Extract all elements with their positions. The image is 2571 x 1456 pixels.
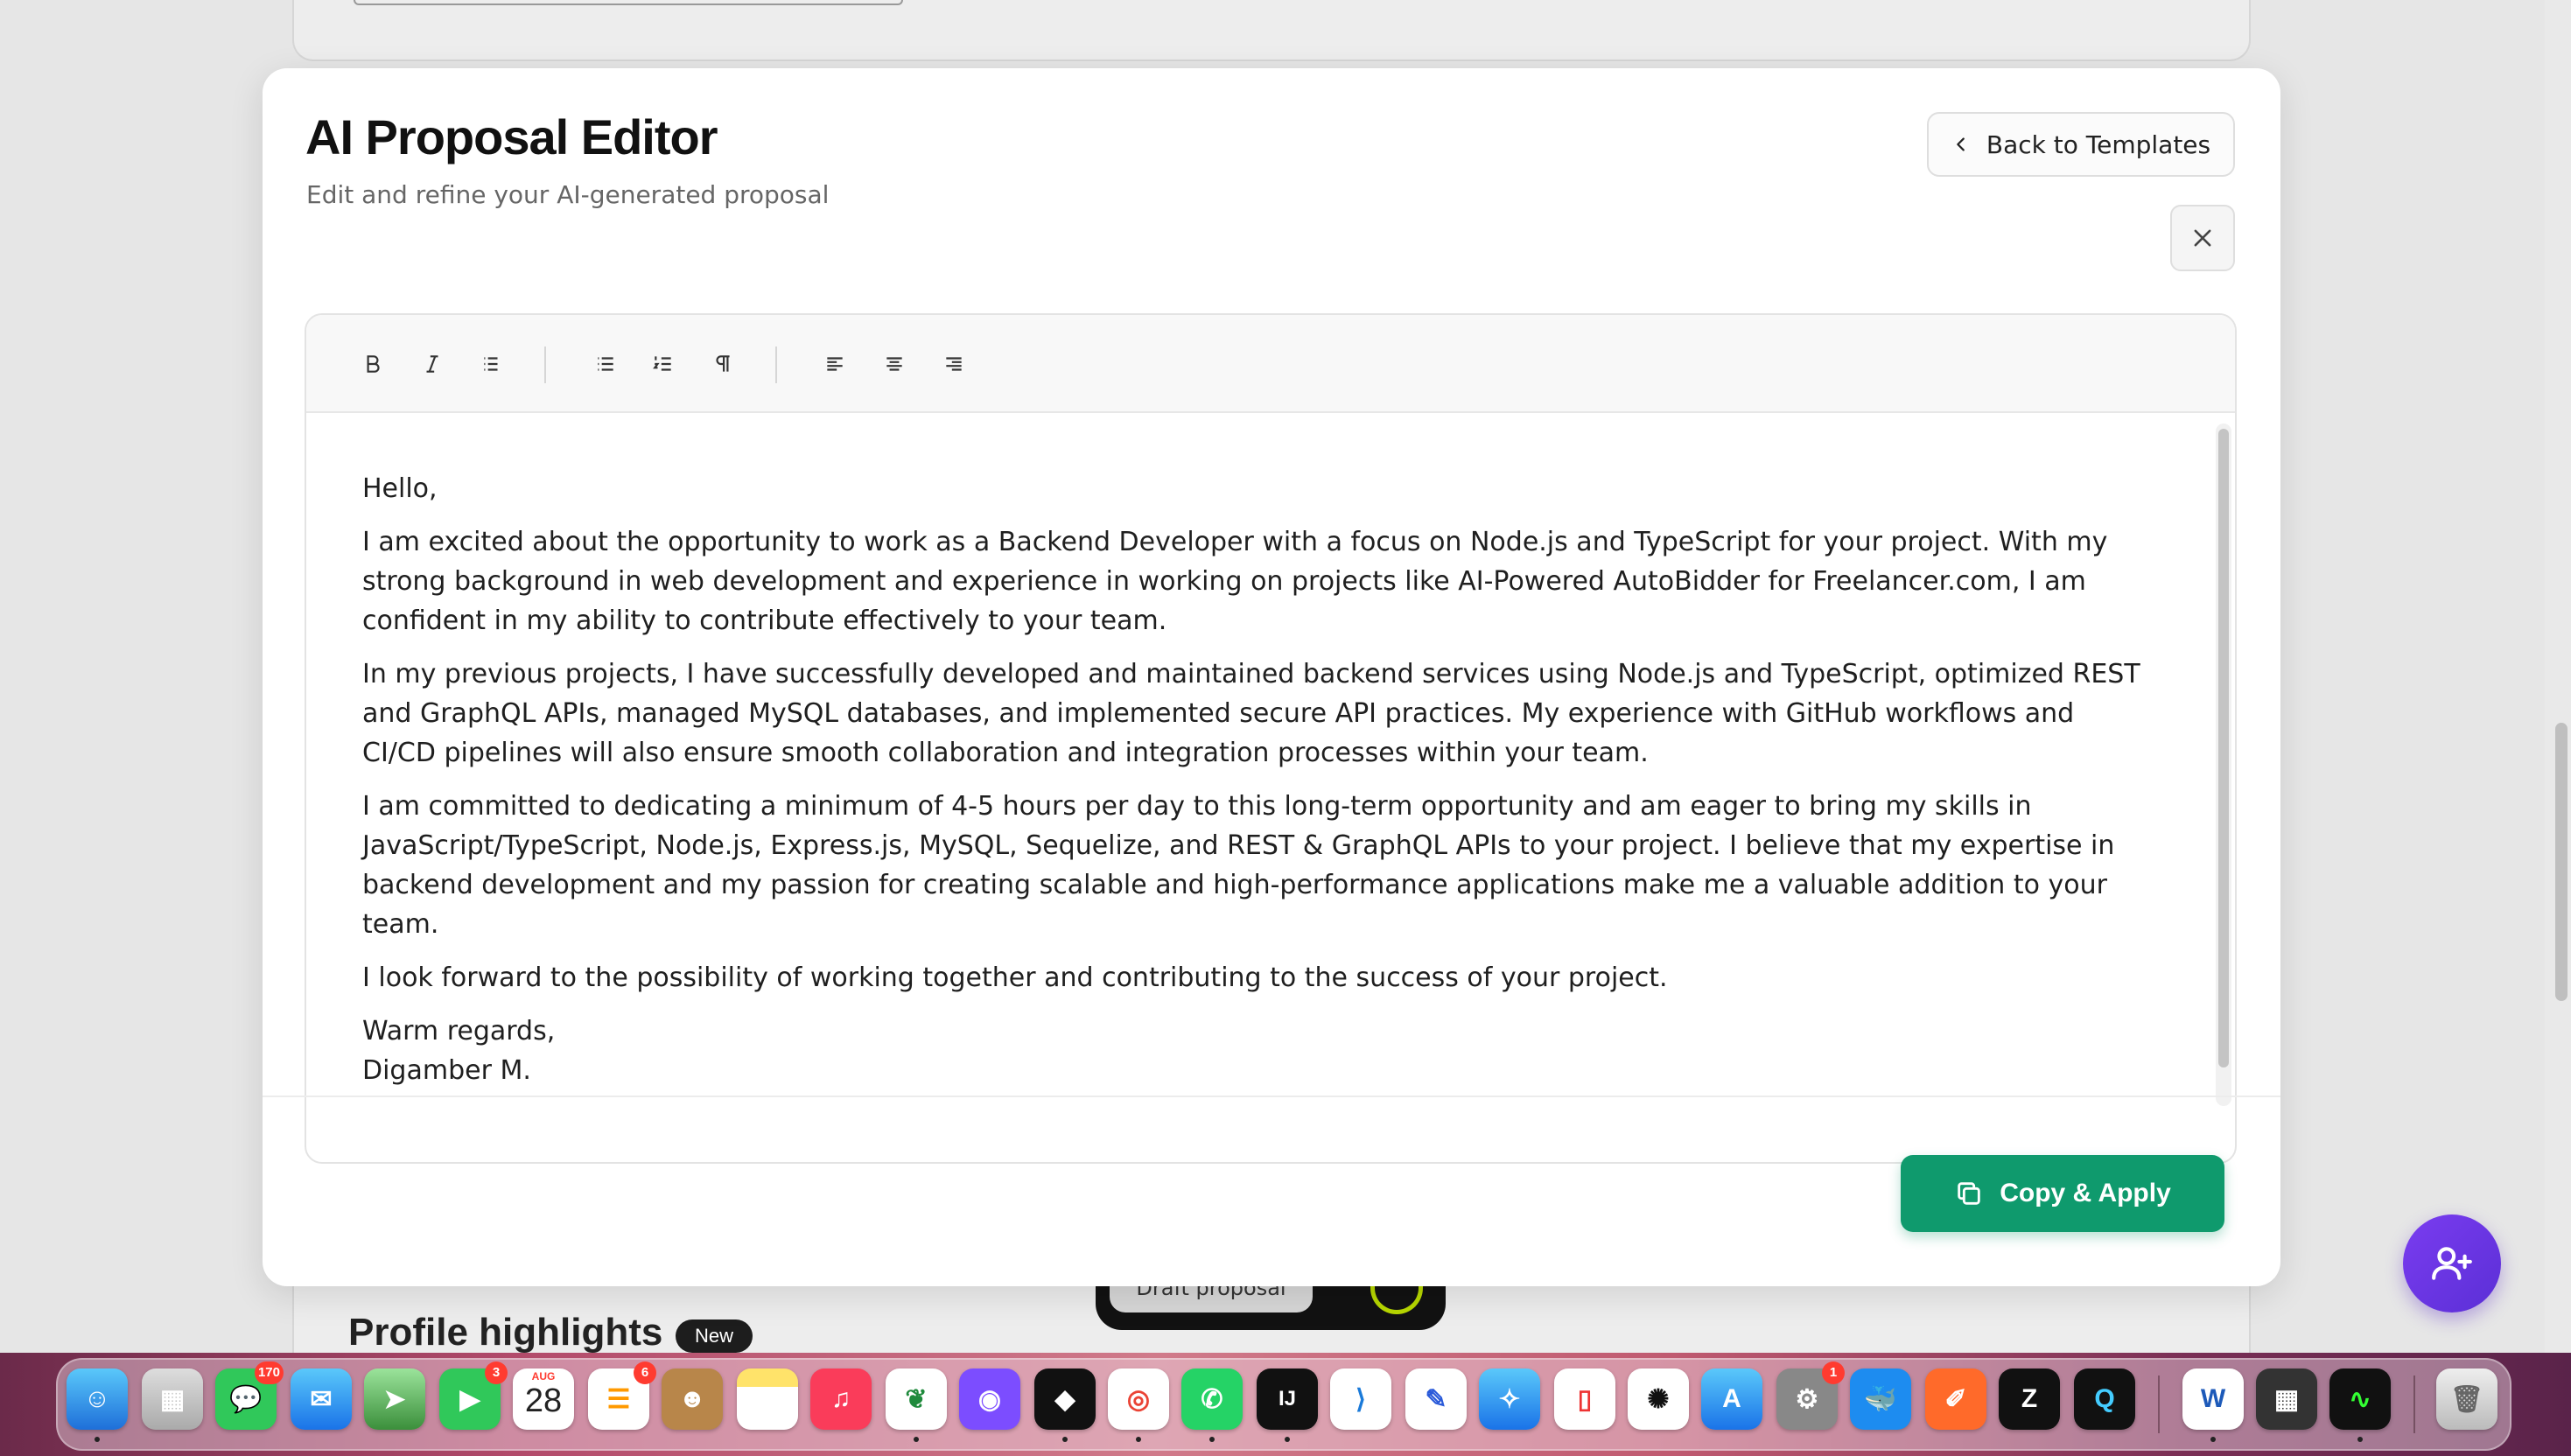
postman-icon[interactable]: ✐ <box>1925 1368 1986 1430</box>
launchpad-icon[interactable]: ▦ <box>142 1368 203 1430</box>
copy-and-apply-button[interactable]: Copy & Apply <box>1901 1155 2224 1232</box>
editor-toolbar <box>306 315 2235 413</box>
finder-icon[interactable]: ☺ <box>67 1368 128 1430</box>
dock-separator <box>2413 1376 2415 1433</box>
greeting: Hello, <box>362 473 438 504</box>
editor-scrollbar[interactable] <box>2216 424 2231 1106</box>
safari-icon[interactable]: ✧ <box>1479 1368 1540 1430</box>
calculator-icon[interactable]: ▦ <box>2256 1368 2317 1430</box>
proposal-editor-modal: AI Proposal Editor Edit and refine your … <box>263 68 2280 1286</box>
contacts-icon[interactable]: ☻ <box>662 1368 723 1430</box>
settings-badge: 1 <box>1822 1362 1845 1384</box>
maps-icon[interactable]: ➤ <box>364 1368 425 1430</box>
facetime-icon[interactable]: ▶ 3 <box>439 1362 508 1430</box>
chrome-icon[interactable]: ◎ <box>1108 1368 1169 1430</box>
iphone-mirroring-icon[interactable]: ▯ <box>1554 1368 1615 1430</box>
word-icon[interactable]: W <box>2182 1368 2244 1430</box>
modal-subtitle: Edit and refine your AI-generated propos… <box>306 180 830 209</box>
chatgpt-icon[interactable]: ✺ <box>1628 1368 1689 1430</box>
dock-running-indicator <box>2210 1437 2216 1442</box>
copy-and-apply-label: Copy & Apply <box>2000 1179 2171 1208</box>
notes-icon[interactable] <box>737 1368 798 1430</box>
dock-running-indicator <box>1062 1437 1068 1442</box>
cube-app-icon[interactable]: ◆ <box>1034 1368 1096 1430</box>
zed-icon[interactable]: Z <box>1999 1368 2060 1430</box>
dock-running-indicator <box>2357 1437 2363 1442</box>
calendar-icon[interactable]: AUG 28 <box>513 1368 574 1430</box>
music-icon[interactable]: ♫ <box>810 1368 872 1430</box>
dock-running-indicator <box>914 1437 919 1442</box>
paragraph: I look forward to the possibility of wor… <box>362 962 1668 993</box>
trash-icon[interactable]: 🗑 <box>2436 1368 2497 1430</box>
background-input <box>354 0 903 5</box>
chevron-left-icon <box>1957 137 1965 151</box>
signature: Digamber M. <box>362 1055 531 1086</box>
footer-divider <box>263 1096 2280 1097</box>
intellij-label: IJ <box>1278 1387 1296 1410</box>
paragraph: I am committed to dedicating a minimum o… <box>362 791 2115 940</box>
messages-icon[interactable]: 💬 170 <box>215 1362 284 1430</box>
docker-icon[interactable]: 🐳 <box>1850 1368 1911 1430</box>
copy-icon <box>1958 1182 1980 1205</box>
align-right-icon[interactable] <box>936 346 971 382</box>
reminders-icon[interactable]: ☰ 6 <box>588 1362 656 1430</box>
toolbar-separator <box>544 346 546 383</box>
dock-running-indicator <box>1209 1437 1215 1442</box>
page-scrollbar[interactable] <box>2545 0 2571 1353</box>
intellij-icon[interactable]: IJ <box>1257 1368 1318 1430</box>
mail-icon[interactable]: ✉ <box>291 1368 352 1430</box>
dock-running-indicator <box>1136 1437 1141 1442</box>
list-icon[interactable] <box>474 346 509 382</box>
profile-highlights-heading: Profile highlights <box>348 1311 663 1354</box>
paragraph: I am excited about the opportunity to wo… <box>362 527 2108 636</box>
rich-text-editor[interactable]: Hello, I am excited about the opportunit… <box>305 313 2237 1164</box>
back-to-templates-label: Back to Templates <box>1986 130 2211 159</box>
close-icon <box>2194 229 2211 247</box>
script-editor-icon[interactable]: ✎ <box>1405 1368 1467 1430</box>
modal-title: AI Proposal Editor <box>305 109 718 164</box>
page-scrollbar-thumb[interactable] <box>2555 723 2567 1001</box>
calendar-month: AUG <box>531 1370 556 1382</box>
app-store-icon[interactable]: A <box>1701 1368 1762 1430</box>
background-card <box>292 0 2251 61</box>
align-center-icon[interactable] <box>877 346 912 382</box>
editor-scrollbar-thumb[interactable] <box>2218 429 2229 1068</box>
bullet-list-icon[interactable] <box>588 346 623 382</box>
closing: Warm regards, <box>362 1016 556 1046</box>
calendar-day: 28 <box>524 1382 563 1419</box>
add-user-icon <box>2432 1247 2472 1280</box>
dock-running-indicator <box>95 1437 100 1442</box>
dock-separator <box>2158 1376 2160 1433</box>
toolbar-separator <box>775 346 777 383</box>
proposal-text[interactable]: Hello, I am excited about the opportunit… <box>362 469 2147 1090</box>
bold-icon[interactable] <box>355 346 390 382</box>
ordered-list-icon[interactable] <box>646 346 681 382</box>
back-to-templates-button[interactable]: Back to Templates <box>1927 112 2235 177</box>
mongodb-icon[interactable]: ❦ <box>886 1368 947 1430</box>
ghost-app-icon[interactable]: ◉ <box>959 1368 1020 1430</box>
paragraph: In my previous projects, I have successf… <box>362 659 2140 768</box>
activity-monitor-icon[interactable]: ∿ <box>2329 1368 2391 1430</box>
messages-badge: 170 <box>254 1362 284 1384</box>
reminders-badge: 6 <box>634 1362 656 1384</box>
new-badge: New <box>676 1320 753 1353</box>
add-user-fab[interactable] <box>2403 1214 2501 1312</box>
italic-icon[interactable] <box>415 346 450 382</box>
quicktime-icon[interactable]: Q <box>2074 1368 2135 1430</box>
vscode-icon[interactable]: ⟩ <box>1330 1368 1391 1430</box>
pilcrow-icon[interactable] <box>705 346 740 382</box>
facetime-badge: 3 <box>485 1362 508 1384</box>
dock-running-indicator <box>1285 1437 1290 1442</box>
close-button[interactable] <box>2170 205 2235 271</box>
whatsapp-icon[interactable]: ✆ <box>1181 1368 1243 1430</box>
system-settings-icon[interactable]: ⚙ 1 <box>1776 1362 1845 1430</box>
align-left-icon[interactable] <box>817 346 852 382</box>
